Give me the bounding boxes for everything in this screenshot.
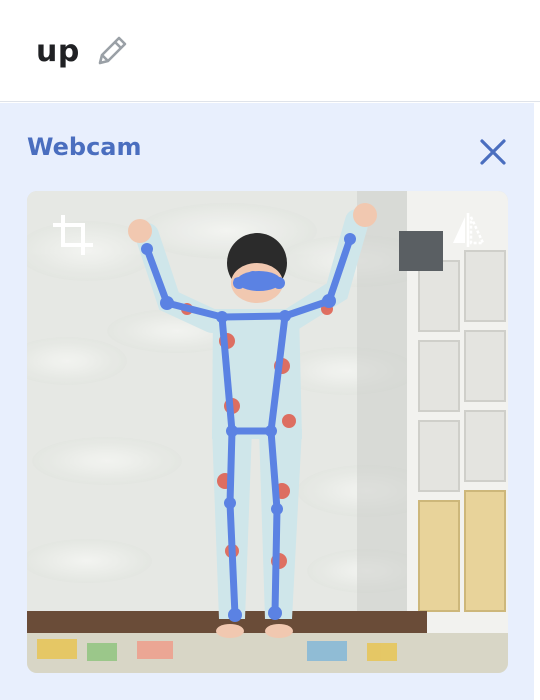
panel-title: Webcam bbox=[27, 133, 142, 161]
class-name-label[interactable]: up bbox=[36, 34, 80, 69]
pencil-icon[interactable] bbox=[94, 33, 130, 69]
crop-icon[interactable] bbox=[51, 213, 95, 257]
webcam-panel: Webcam bbox=[0, 103, 534, 700]
flip-horizontal-icon[interactable] bbox=[447, 209, 489, 251]
webcam-preview bbox=[27, 191, 508, 673]
webcam-scene bbox=[27, 191, 508, 673]
close-icon[interactable] bbox=[476, 135, 510, 169]
class-header: up bbox=[0, 0, 540, 102]
